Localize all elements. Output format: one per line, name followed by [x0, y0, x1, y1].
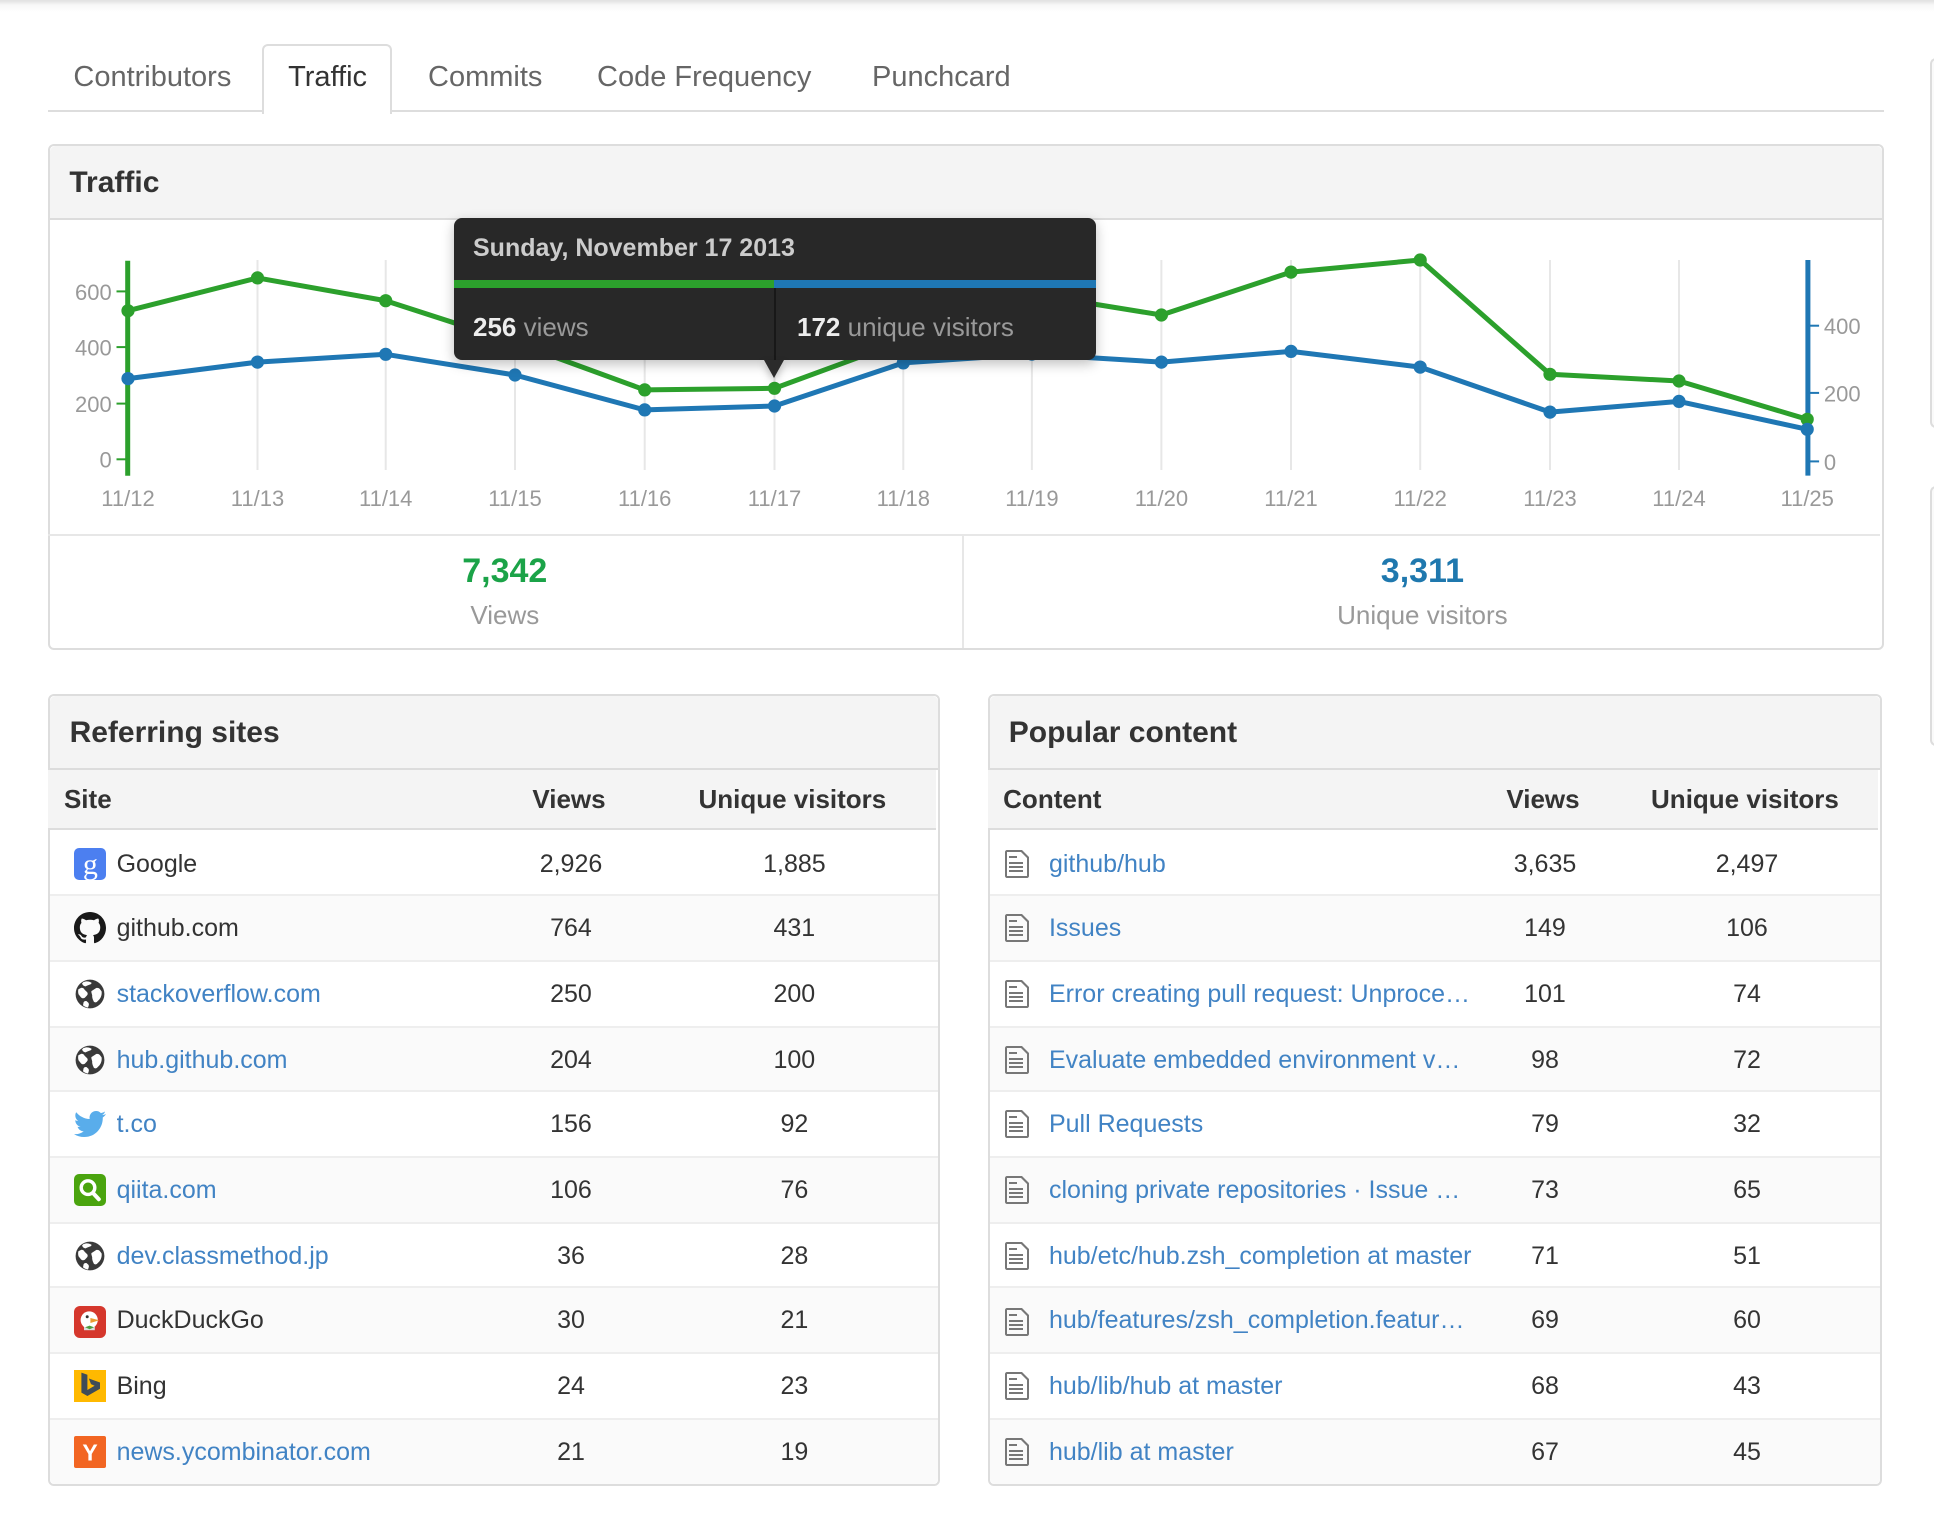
svg-text:11/20: 11/20 [1135, 486, 1188, 511]
svg-text:11/13: 11/13 [231, 486, 284, 511]
svg-text:600: 600 [75, 280, 112, 305]
svg-text:200: 200 [75, 392, 112, 417]
svg-text:11/15: 11/15 [488, 486, 541, 511]
svg-text:11/14: 11/14 [359, 486, 412, 511]
svg-text:0: 0 [1824, 450, 1836, 475]
svg-text:11/24: 11/24 [1652, 486, 1705, 511]
svg-text:11/18: 11/18 [877, 486, 930, 511]
svg-text:11/16: 11/16 [618, 486, 671, 511]
svg-text:200: 200 [1824, 381, 1861, 406]
svg-text:400: 400 [75, 335, 112, 360]
svg-text:Y: Y [83, 1440, 98, 1466]
svg-text:11/23: 11/23 [1523, 486, 1576, 511]
svg-text:11/22: 11/22 [1393, 486, 1446, 511]
svg-text:11/25: 11/25 [1780, 486, 1833, 511]
svg-text:11/17: 11/17 [748, 486, 801, 511]
svg-text:g: g [83, 847, 98, 879]
svg-text:11/21: 11/21 [1264, 486, 1317, 511]
svg-text:11/19: 11/19 [1005, 486, 1058, 511]
svg-text:400: 400 [1824, 314, 1861, 339]
svg-text:11/12: 11/12 [101, 486, 154, 511]
svg-text:0: 0 [99, 448, 111, 473]
